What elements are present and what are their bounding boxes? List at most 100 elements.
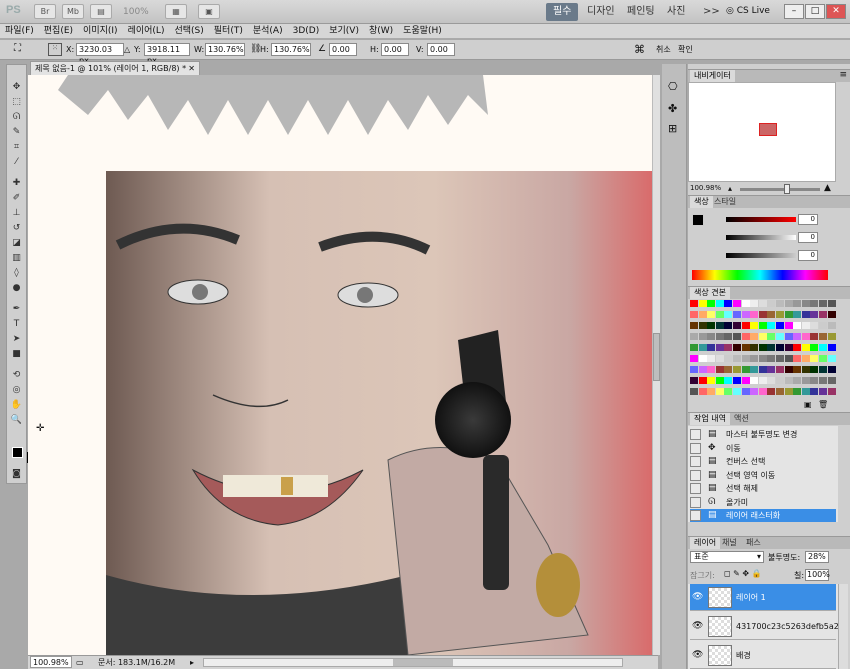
color-swatch[interactable] [784,311,793,318]
history-checkbox[interactable] [690,496,701,508]
fill-input[interactable]: 100% [805,569,830,581]
shape-tool-icon[interactable]: ■ [9,348,24,361]
menu-help[interactable]: 도움말(H) [398,24,447,39]
color-swatch[interactable] [733,311,741,318]
color-swatch[interactable] [758,311,767,318]
color-swatch[interactable] [801,322,810,329]
close-button[interactable]: ✕ [826,4,846,19]
layers-scrollbar[interactable] [838,584,848,669]
color-swatch[interactable] [715,344,724,351]
color-swatch[interactable] [733,300,741,307]
color-swatch[interactable] [741,366,750,373]
color-swatch[interactable] [724,322,733,329]
color-swatch[interactable] [810,377,819,384]
clone-stamp-tool-icon[interactable]: ⊥ [9,207,24,220]
horizontal-scrollbar-thumb[interactable] [393,659,453,666]
color-swatch[interactable] [741,311,750,318]
color-swatch[interactable] [776,311,784,318]
workspace-painting[interactable]: 페인팅 [620,3,662,21]
lasso-tool-icon[interactable]: ᘏ [9,111,24,124]
hand-tool-icon[interactable]: ✋ [9,399,24,412]
color-swatch[interactable] [698,388,707,395]
color-swatch[interactable] [741,344,750,351]
new-swatch-icon[interactable]: ▣ [804,400,812,409]
green-value[interactable]: 0 [798,232,818,243]
color-swatch[interactable] [801,344,810,351]
color-swatch[interactable] [776,300,784,307]
lock-icons[interactable]: ◻ ✎ ✥ 🔒 [724,569,762,578]
color-swatch[interactable] [698,366,707,373]
color-swatch[interactable] [827,377,836,384]
workspace-essentials[interactable]: 필수 [546,3,579,21]
color-swatch[interactable] [741,355,750,362]
color-swatch[interactable] [750,322,759,329]
history-checkbox[interactable] [690,442,701,454]
color-swatch[interactable] [776,377,784,384]
scrollbar-thumb[interactable] [653,333,660,381]
color-swatch[interactable] [784,344,793,351]
color-swatch[interactable] [690,333,698,340]
color-swatch[interactable] [690,366,698,373]
color-swatch[interactable] [784,322,793,329]
status-doc-size[interactable]: 문서: 183.1M/16.2M [98,656,175,669]
color-swatch[interactable] [793,366,802,373]
color-swatch[interactable] [698,300,707,307]
relative-position-icon[interactable]: △ [124,45,130,54]
workspace-photography[interactable]: 사진 [660,3,692,21]
history-item[interactable]: ▤ 레이어 래스터화 [690,509,836,522]
color-foreground-swatch[interactable] [692,214,704,226]
color-swatch[interactable] [819,300,827,307]
swatch-grid[interactable] [690,300,838,400]
color-swatch[interactable] [741,322,750,329]
color-swatch[interactable] [801,355,810,362]
color-swatch[interactable] [741,333,750,340]
color-swatch[interactable] [707,311,716,318]
navigator-preview[interactable] [688,82,836,182]
color-swatch[interactable] [690,311,698,318]
color-swatch[interactable] [724,333,733,340]
tab-layers[interactable]: 레이어 [690,537,721,549]
blue-slider[interactable] [726,253,796,258]
workspace-design[interactable]: 디자인 [580,3,622,21]
view-extras-icon[interactable]: ▤ [90,4,112,19]
color-swatch[interactable] [810,311,819,318]
color-swatch[interactable] [776,344,784,351]
crop-tool-icon[interactable]: ⌗ [9,141,24,154]
history-brush-tool-icon[interactable]: ↺ [9,222,24,235]
menu-view[interactable]: 보기(V) [324,24,364,39]
delete-swatch-icon[interactable]: 🗑 [818,400,828,409]
color-swatch[interactable] [715,311,724,318]
color-swatch[interactable] [793,333,802,340]
color-swatch[interactable] [690,377,698,384]
minibridge-icon[interactable]: Mb [62,4,84,19]
color-swatch[interactable] [707,300,716,307]
color-swatch[interactable] [715,388,724,395]
x-input[interactable]: 3230.03 px [76,43,124,65]
commit-transform-button[interactable]: 확인 [678,44,693,56]
color-swatch[interactable] [784,300,793,307]
color-swatch[interactable] [707,388,716,395]
color-swatch[interactable] [784,366,793,373]
screen-mode-icon[interactable]: ▣ [198,4,220,19]
color-swatch[interactable] [733,333,741,340]
history-checkbox[interactable] [690,456,701,467]
canvas[interactable] [28,75,658,655]
color-swatch[interactable] [827,366,836,373]
navigator-view-box[interactable] [759,123,777,136]
color-swatch[interactable] [690,300,698,307]
color-swatch[interactable] [819,333,827,340]
color-swatch[interactable] [750,388,759,395]
color-swatch[interactable] [733,355,741,362]
layer-row[interactable]: 👁 431700c23c5263defb5a2... [690,613,838,640]
color-swatch[interactable] [707,333,716,340]
menu-layer[interactable]: 레이어(L) [123,24,170,39]
menu-window[interactable]: 창(W) [364,24,398,39]
tab-swatches[interactable]: 색상 견본 [690,287,730,299]
warp-mode-icon[interactable]: ⌘ [634,43,645,56]
close-tab-icon[interactable]: ✕ [188,62,195,75]
history-item[interactable]: ▤ 선택 해제 [690,482,836,495]
color-swatch[interactable] [776,333,784,340]
history-item[interactable]: ✥ 이동 [690,442,836,455]
tab-navigator[interactable]: 내비게이터 [690,70,735,82]
color-swatch[interactable] [741,300,750,307]
